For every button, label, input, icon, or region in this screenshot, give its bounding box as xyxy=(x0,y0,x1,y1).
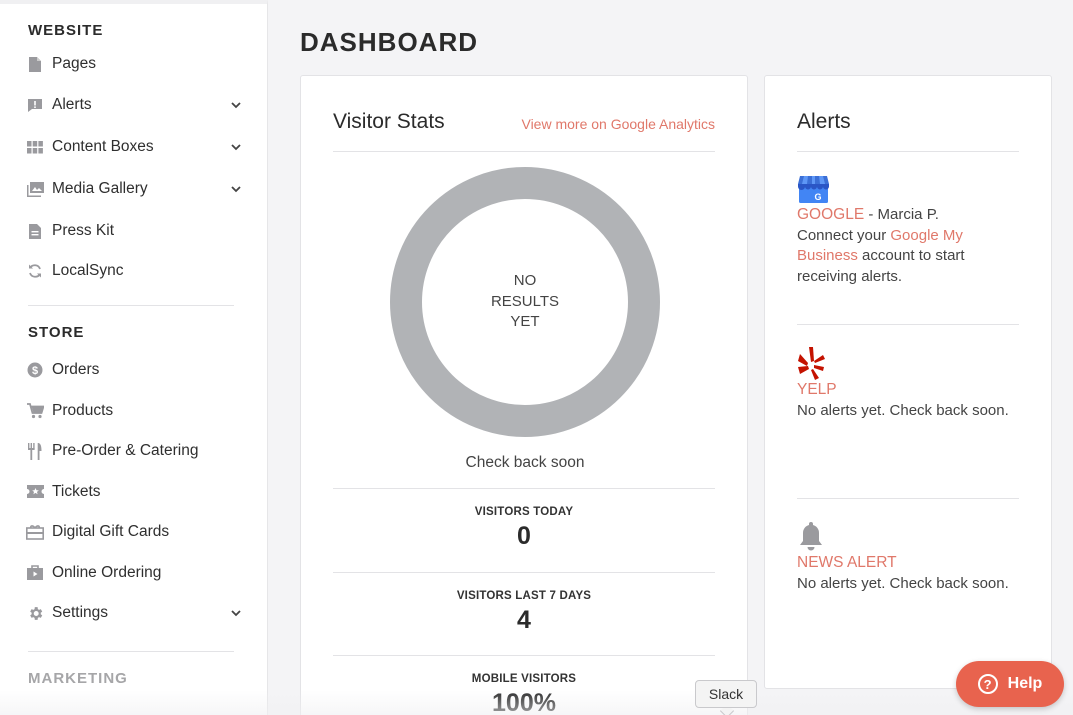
visitor-stats-card: Visitor Stats View more on Google Analyt… xyxy=(300,75,748,715)
sidebar-item-digital-gift-cards[interactable]: Digital Gift Cards xyxy=(0,512,267,552)
alert-source-google[interactable]: GOOGLE xyxy=(797,206,864,223)
visitor-stats-title: Visitor Stats xyxy=(333,110,445,133)
sidebar-item-settings[interactable]: Settings xyxy=(0,593,267,633)
sidebar-item-label: Settings xyxy=(52,604,109,621)
svg-text:$: $ xyxy=(32,365,38,377)
svg-text:G: G xyxy=(814,192,821,202)
help-button[interactable]: ? Help xyxy=(956,661,1064,707)
card-divider xyxy=(797,324,1019,325)
sidebar-item-label: Pages xyxy=(52,55,96,72)
sidebar-item-label: Orders xyxy=(52,361,100,378)
sidebar-item-alerts[interactable]: Alerts xyxy=(0,85,267,125)
sidebar-item-localsync[interactable]: LocalSync xyxy=(0,251,267,291)
sidebar-item-label: Media Gallery xyxy=(52,180,148,197)
sidebar-item-label: Tickets xyxy=(52,482,101,500)
sidebar: WEBSITE Pages Alerts Content Boxes Media… xyxy=(0,0,268,715)
sidebar-item-products[interactable]: Products xyxy=(0,391,267,431)
document-icon xyxy=(26,222,44,240)
sidebar-item-press-kit[interactable]: Press Kit xyxy=(0,211,267,251)
help-button-label: Help xyxy=(1007,675,1043,692)
bell-icon xyxy=(800,522,822,551)
yelp-icon xyxy=(798,347,825,380)
donut-text-line: NO xyxy=(513,272,537,290)
sync-icon xyxy=(26,262,44,280)
google-analytics-link[interactable]: View more on Google Analytics xyxy=(521,116,715,132)
sidebar-item-label: Content Boxes xyxy=(52,138,154,155)
visitor-donut-chart: NO RESULTS YET xyxy=(389,166,661,438)
stat-label: VISITORS TODAY xyxy=(474,506,574,518)
chevron-down-icon[interactable] xyxy=(229,606,243,620)
stat-mobile-visitors: MOBILE VISITORS 100% xyxy=(333,673,715,715)
section-title-store: STORE xyxy=(28,324,85,341)
shopping-bag-icon xyxy=(26,564,44,582)
alert-message: No alerts yet. Check back soon. xyxy=(797,401,1009,419)
page-title: DASHBOARD xyxy=(300,27,478,57)
stat-value: 4 xyxy=(517,606,531,634)
grid-icon xyxy=(26,138,44,156)
alerts-card: Alerts G GOOGLE - Marcia P. Connect your… xyxy=(764,75,1052,689)
alert-source-news[interactable]: NEWS ALERT xyxy=(797,553,1027,574)
alert-text: Connect your xyxy=(797,226,891,244)
sidebar-item-label: LocalSync xyxy=(52,262,124,279)
sidebar-item-pages[interactable]: Pages xyxy=(0,44,267,84)
section-title-marketing: MARKETING xyxy=(28,670,128,687)
donut-text-line: RESULTS xyxy=(490,292,560,310)
question-circle-icon: ? xyxy=(977,674,998,694)
sidebar-item-label: Products xyxy=(52,401,114,419)
gear-icon xyxy=(26,604,44,622)
chevron-down-icon[interactable] xyxy=(229,140,243,154)
card-divider xyxy=(797,498,1019,499)
card-divider xyxy=(333,488,715,489)
page-icon xyxy=(26,55,44,73)
dollar-coin-icon: $ xyxy=(26,361,44,379)
sidebar-item-online-ordering[interactable]: Online Ordering xyxy=(0,553,267,593)
sidebar-item-content-boxes[interactable]: Content Boxes xyxy=(0,127,267,167)
alert-icon xyxy=(26,96,44,114)
sidebar-item-media-gallery[interactable]: Media Gallery xyxy=(0,169,267,209)
stat-value: 0 xyxy=(517,522,531,550)
sidebar-item-label: Alerts xyxy=(52,96,92,113)
fork-knife-icon xyxy=(26,442,44,460)
chevron-down-icon[interactable] xyxy=(229,182,243,196)
sidebar-item-tickets[interactable]: Tickets xyxy=(0,472,267,512)
alert-yelp: YELP No alerts yet. Check back soon. xyxy=(797,346,1027,421)
sidebar-item-orders[interactable]: $ Orders xyxy=(0,350,267,390)
stat-value: 100% xyxy=(492,689,556,715)
sidebar-item-label: Digital Gift Cards xyxy=(52,523,170,540)
stat-label: VISITORS LAST 7 DAYS xyxy=(456,590,592,602)
image-gallery-icon xyxy=(26,180,44,198)
shopping-cart-icon xyxy=(26,402,44,420)
stat-label: MOBILE VISITORS xyxy=(471,673,577,685)
alert-google: G GOOGLE - Marcia P. Connect your Google… xyxy=(797,174,1027,287)
gift-card-icon xyxy=(26,523,44,541)
sidebar-item-label: Pre-Order & Catering xyxy=(52,442,199,459)
donut-text-line: YET xyxy=(510,313,540,331)
card-divider xyxy=(333,151,715,152)
google-my-business-icon: G xyxy=(798,176,829,203)
alert-news: NEWS ALERT No alerts yet. Check back soo… xyxy=(797,520,1027,594)
alert-source-yelp[interactable]: YELP xyxy=(797,380,1027,401)
alert-author: - Marcia P. xyxy=(864,206,939,223)
card-divider xyxy=(333,572,715,573)
alerts-title: Alerts xyxy=(797,110,851,133)
donut-empty-text: NO RESULTS YET xyxy=(389,166,661,438)
alert-source-line: GOOGLE - Marcia P. xyxy=(797,205,1027,226)
ticket-icon xyxy=(26,483,44,501)
sidebar-item-pre-order-catering[interactable]: Pre-Order & Catering xyxy=(0,431,267,471)
stat-visitors-today: VISITORS TODAY 0 xyxy=(333,506,715,551)
chevron-down-icon[interactable] xyxy=(229,98,243,112)
slack-tooltip: Slack xyxy=(695,680,757,708)
card-divider xyxy=(333,655,715,656)
alert-message: Connect your Google My Business account … xyxy=(797,226,1027,288)
stat-visitors-last-7-days: VISITORS LAST 7 DAYS 4 xyxy=(333,590,715,635)
check-back-text: Check back soon xyxy=(465,454,585,471)
sidebar-item-label: Online Ordering xyxy=(52,563,162,581)
section-title-website: WEBSITE xyxy=(28,22,104,39)
alert-message: No alerts yet. Check back soon. xyxy=(797,574,1009,592)
card-divider xyxy=(797,151,1019,152)
sidebar-item-label: Press Kit xyxy=(52,222,115,239)
